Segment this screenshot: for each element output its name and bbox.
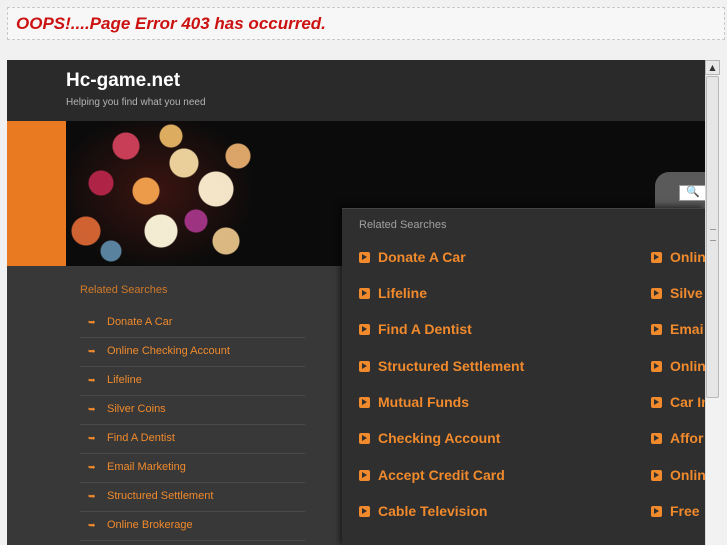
sidebar-link-label: Silver Coins: [107, 403, 166, 415]
related-search-label: Free: [670, 503, 700, 519]
arrow-box-icon: [651, 288, 662, 299]
related-search-label: Structured Settlement: [378, 358, 525, 374]
search-button[interactable]: 🔍: [679, 185, 705, 201]
sidebar: Related Searches ➥ Donate A Car ➥ Online C…: [7, 266, 342, 545]
sidebar-link-label: Find A Dentist: [107, 432, 175, 444]
sidebar-link-label: Email Marketing: [107, 461, 186, 473]
scrollbar-grip: [710, 229, 716, 241]
related-search-label: Find A Dentist: [378, 321, 472, 337]
orange-accent-strip: [7, 121, 66, 266]
site-tagline: Helping you find what you need: [66, 97, 206, 108]
arrow-box-icon: [651, 324, 662, 335]
sidebar-link[interactable]: ➥ Online Checking Account: [80, 338, 305, 367]
arrow-icon: ➥: [88, 346, 96, 356]
related-search-label: Car In: [670, 394, 705, 410]
sidebar-link-label: Structured Settlement: [107, 490, 214, 502]
related-search-label: Emai: [670, 321, 704, 337]
related-search-label: Checking Account: [378, 430, 501, 446]
related-search-link[interactable]: Onlin: [651, 467, 705, 483]
arrow-box-icon: [359, 288, 370, 299]
related-searches-panel: Related Searches Donate A Car Lifeline F…: [342, 208, 705, 545]
sidebar-link[interactable]: ➥ Structured Settlement: [80, 483, 305, 512]
arrow-box-icon: [651, 397, 662, 408]
site-frame: Hc-game.net Helping you find what you ne…: [7, 60, 705, 545]
sidebar-link[interactable]: ➥ Silver Coins: [80, 396, 305, 425]
related-search-link[interactable]: Mutual Funds: [359, 394, 469, 410]
related-search-label: Onlin: [670, 358, 705, 374]
related-search-link[interactable]: Lifeline: [359, 285, 427, 301]
related-search-link[interactable]: Find A Dentist: [359, 321, 472, 337]
error-banner: OOPS!....Page Error 403 has occurred.: [7, 7, 725, 40]
arrow-box-icon: [651, 361, 662, 372]
site-title[interactable]: Hc-game.net: [66, 70, 180, 92]
search-icon: 🔍: [686, 185, 700, 198]
related-search-link[interactable]: Accept Credit Card: [359, 467, 505, 483]
arrow-box-icon: [651, 433, 662, 444]
sidebar-link-label: Online Brokerage: [107, 519, 193, 531]
arrow-icon: ➥: [88, 491, 96, 501]
sidebar-link[interactable]: ➥ Donate A Car: [80, 309, 305, 338]
arrow-box-icon: [359, 433, 370, 444]
sidebar-link-label: Lifeline: [107, 374, 142, 386]
site-header: Hc-game.net Helping you find what you ne…: [7, 60, 705, 121]
related-search-label: Cable Television: [378, 503, 488, 519]
sidebar-link[interactable]: ➥ Lifeline: [80, 367, 305, 396]
sidebar-link[interactable]: ➥ Email Marketing: [80, 454, 305, 483]
arrow-box-icon: [651, 470, 662, 481]
arrow-box-icon: [359, 324, 370, 335]
panel-heading: Related Searches: [359, 219, 447, 231]
related-search-link[interactable]: Checking Account: [359, 430, 500, 446]
arrow-box-icon: [651, 252, 662, 263]
scrollbar-thumb[interactable]: [706, 76, 719, 398]
bokeh-lights-image: [66, 121, 251, 266]
related-search-label: Lifeline: [378, 285, 428, 301]
arrow-box-icon: [359, 361, 370, 372]
arrow-box-icon: [359, 397, 370, 408]
arrow-box-icon: [651, 506, 662, 517]
sidebar-link-label: Online Checking Account: [107, 345, 230, 357]
related-search-link[interactable]: Free: [651, 503, 700, 519]
related-search-link[interactable]: Structured Settlement: [359, 358, 524, 374]
sidebar-link-label: Donate A Car: [107, 316, 173, 328]
arrow-box-icon: [359, 252, 370, 263]
related-search-link[interactable]: Silve: [651, 285, 703, 301]
arrow-icon: ➥: [88, 404, 96, 414]
related-search-link[interactable]: Affor: [651, 430, 703, 446]
scroll-up-arrow-icon[interactable]: ▲: [705, 60, 720, 75]
related-search-label: Donate A Car: [378, 249, 466, 265]
related-search-link[interactable]: Emai: [651, 321, 703, 337]
related-search-label: Onlin: [670, 249, 705, 265]
arrow-icon: ➥: [88, 317, 96, 327]
related-search-label: Accept Credit Card: [378, 467, 505, 483]
related-search-label: Affor: [670, 430, 704, 446]
related-search-link[interactable]: Cable Television: [359, 503, 487, 519]
arrow-icon: ➥: [88, 375, 96, 385]
related-search-label: Silve: [670, 285, 703, 301]
related-search-label: Onlin: [670, 467, 705, 483]
related-search-link[interactable]: Car In: [651, 394, 705, 410]
arrow-box-icon: [359, 506, 370, 517]
sidebar-link[interactable]: ➥ Find A Dentist: [80, 425, 305, 454]
related-search-label: Mutual Funds: [378, 394, 469, 410]
related-search-link[interactable]: Onlin: [651, 358, 705, 374]
arrow-icon: ➥: [88, 433, 96, 443]
arrow-box-icon: [359, 470, 370, 481]
arrow-icon: ➥: [88, 462, 96, 472]
sidebar-link[interactable]: ➥ Online Brokerage: [80, 512, 305, 541]
related-search-link[interactable]: Donate A Car: [359, 249, 466, 265]
sidebar-heading: Related Searches: [80, 284, 168, 296]
error-message: OOPS!....Page Error 403 has occurred.: [16, 14, 326, 33]
related-search-link[interactable]: Onlin: [651, 249, 705, 265]
sidebar-list: ➥ Donate A Car ➥ Online Checking Account ➥…: [80, 309, 305, 541]
arrow-icon: ➥: [88, 520, 96, 530]
